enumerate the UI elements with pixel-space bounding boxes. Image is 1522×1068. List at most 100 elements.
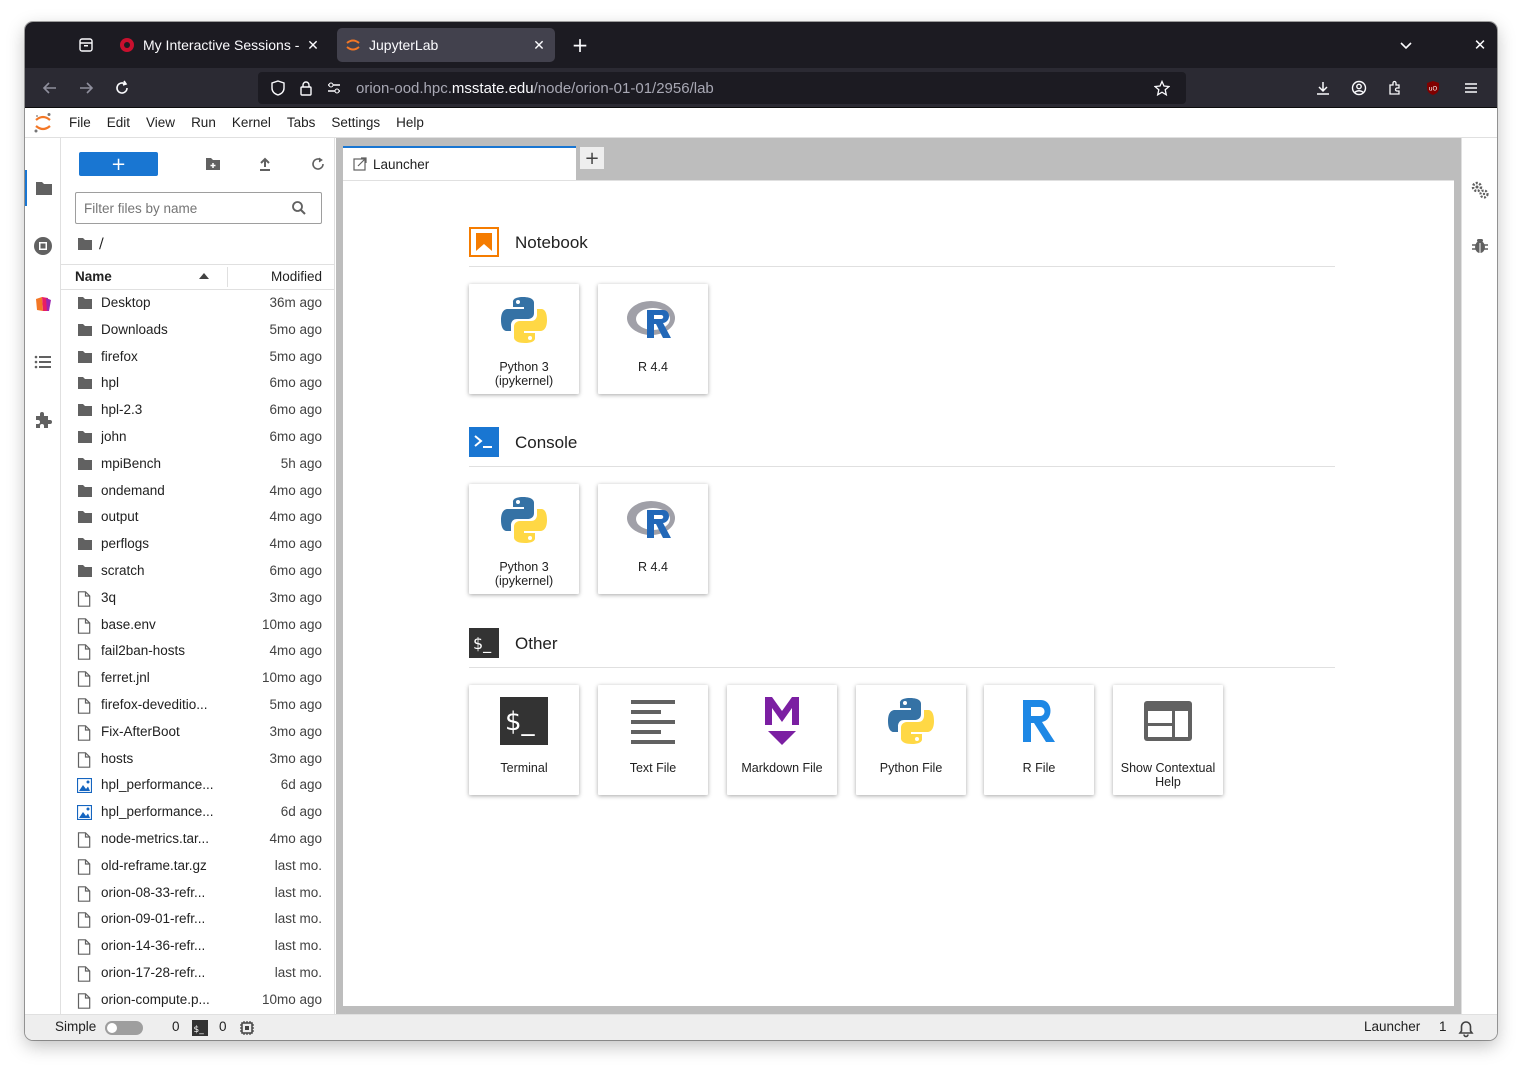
menu-tabs[interactable]: Tabs [279,108,324,138]
kernels-count[interactable]: 0 [172,1019,180,1034]
text-file-card[interactable]: Text File [598,685,708,795]
list-tabs-icon[interactable] [1391,30,1421,60]
r-file-card[interactable]: R File [984,685,1094,795]
markdown-file-card[interactable]: Markdown File [727,685,837,795]
shield-icon[interactable] [266,76,290,100]
downloads-icon[interactable] [1308,73,1338,103]
menu-icon[interactable] [1456,73,1486,103]
file-row[interactable]: mpiBench 5h ago [61,451,334,478]
terminal-status-icon[interactable]: $_ [192,1020,208,1039]
extension-manager-icon[interactable] [25,402,61,438]
file-row[interactable]: orion-14-36-refr... last mo. [61,933,334,960]
filter-files-input[interactable] [75,192,322,224]
notebook-python3-card[interactable]: Python 3 (ipykernel) [469,284,579,394]
breadcrumb[interactable]: / [77,234,104,254]
file-row[interactable]: hpl 6mo ago [61,370,334,397]
column-divider[interactable] [227,267,228,287]
name-column-header[interactable]: Name [75,269,112,284]
file-row[interactable]: Desktop 36m ago [61,290,334,317]
file-row[interactable]: orion-09-01-refr... last mo. [61,906,334,933]
upload-icon[interactable] [251,150,279,178]
account-icon[interactable] [1344,73,1374,103]
close-tab-icon[interactable]: ✕ [531,37,547,54]
file-row[interactable]: node-metrics.tar... 4mo ago [61,826,334,853]
kernel-status-icon[interactable] [239,1020,255,1039]
menu-run[interactable]: Run [183,108,224,138]
file-row[interactable]: john 6mo ago [61,424,334,451]
python-file-card[interactable]: Python File [856,685,966,795]
extension-tab-icon[interactable] [25,286,61,322]
table-of-contents-icon[interactable] [25,344,61,380]
running-sessions-icon[interactable] [25,228,61,264]
forward-icon[interactable] [71,73,101,103]
back-icon[interactable] [35,73,65,103]
file-row[interactable]: firefox 5mo ago [61,344,334,371]
property-inspector-icon[interactable] [1462,172,1497,208]
extensions-icon[interactable] [1380,73,1410,103]
simple-mode-toggle[interactable] [105,1021,143,1035]
sort-ascending-icon[interactable] [199,273,209,279]
menu-view[interactable]: View [138,108,183,138]
file-row[interactable]: hpl-2.3 6mo ago [61,397,334,424]
debugger-bug-icon[interactable] [1462,228,1497,264]
close-tab-icon[interactable]: ✕ [305,37,321,54]
console-python3-card[interactable]: Python 3 (ipykernel) [469,484,579,594]
firefox-view-icon[interactable] [71,30,101,60]
close-window-icon[interactable]: ✕ [1465,30,1495,60]
contextual-help-card[interactable]: Show Contextual Help [1113,685,1223,795]
reload-icon[interactable] [107,73,137,103]
console-r-card[interactable]: R 4.4 [598,484,708,594]
notification-bell-icon[interactable] [1456,1018,1476,1040]
terminals-count[interactable]: 0 [219,1019,227,1034]
new-folder-icon[interactable] [199,150,227,178]
menu-help[interactable]: Help [388,108,432,138]
file-row[interactable]: fail2ban-hosts 4mo ago [61,638,334,665]
file-row[interactable]: ondemand 4mo ago [61,478,334,505]
browser-tab-sessions[interactable]: My Interactive Sessions - | ✕ [111,28,329,62]
folder-icon [77,510,93,526]
card-label: R File [986,761,1092,775]
menu-file[interactable]: File [61,108,99,138]
new-launcher-button[interactable]: + [79,152,158,176]
breadcrumb-root[interactable]: / [99,236,104,252]
file-modified: 6d ago [280,777,322,793]
file-row[interactable]: old-reframe.tar.gz last mo. [61,853,334,880]
file-row[interactable]: hpl_performance... 6d ago [61,772,334,799]
file-icon [77,751,93,768]
file-row[interactable]: orion-17-28-refr... last mo. [61,960,334,987]
file-row[interactable]: scratch 6mo ago [61,558,334,585]
new-tab-icon[interactable]: + [565,30,595,60]
card-label-text: Show Contextual Help [1120,761,1216,789]
bookmark-star-icon[interactable] [1150,76,1174,100]
url-bar[interactable]: orion-ood.hpc.msstate.edu/node/orion-01-… [258,72,1186,104]
permissions-icon[interactable] [322,76,346,100]
file-row[interactable]: output 4mo ago [61,504,334,531]
lock-icon[interactable] [294,76,318,100]
modified-column-header[interactable]: Modified [271,269,322,284]
add-tab-button[interactable]: + [579,146,605,170]
file-row[interactable]: hosts 3mo ago [61,746,334,773]
file-row[interactable]: Fix-AfterBoot 3mo ago [61,719,334,746]
terminal-card[interactable]: $_ Terminal [469,685,579,795]
file-row[interactable]: perflogs 4mo ago [61,531,334,558]
file-row[interactable]: 3q 3mo ago [61,585,334,612]
notebook-r-card[interactable]: R 4.4 [598,284,708,394]
file-row[interactable]: orion-08-33-refr... last mo. [61,880,334,907]
file-row[interactable]: Downloads 5mo ago [61,317,334,344]
tab-launcher[interactable]: Launcher [343,146,576,180]
browser-tab-jupyterlab[interactable]: JupyterLab ✕ [337,28,555,62]
menu-edit[interactable]: Edit [99,108,138,138]
file-browser-tab-icon[interactable] [25,170,61,206]
file-row[interactable]: orion-compute.p... 10mo ago [61,987,334,1014]
file-row[interactable]: ferret.jnl 10mo ago [61,665,334,692]
file-name: fail2ban-hosts [101,643,186,659]
file-row[interactable]: firefox-deveditio... 5mo ago [61,692,334,719]
notifications-count[interactable]: 1 [1439,1019,1447,1034]
file-row[interactable]: base.env 10mo ago [61,612,334,639]
refresh-icon[interactable] [304,150,332,178]
file-row[interactable]: hpl_performance... 6d ago [61,799,334,826]
card-label-text: Markdown File [741,761,823,775]
menu-settings[interactable]: Settings [323,108,388,138]
menu-kernel[interactable]: Kernel [224,108,279,138]
ublock-icon[interactable]: uO [1418,73,1448,103]
